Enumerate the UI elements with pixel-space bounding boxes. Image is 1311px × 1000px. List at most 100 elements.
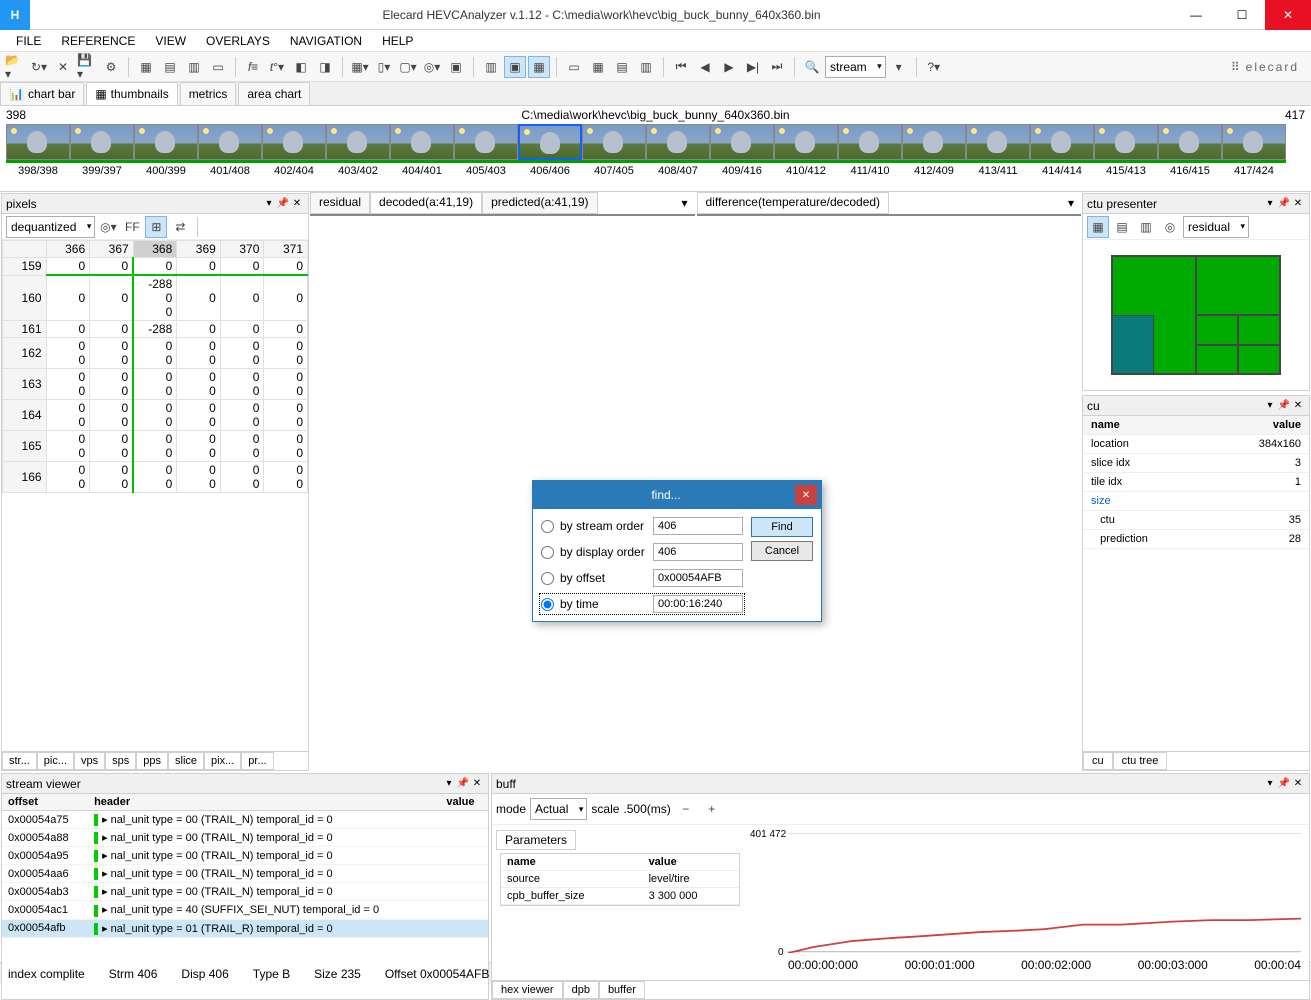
fx-icon[interactable]: f≡	[242, 56, 264, 78]
maximize-button[interactable]: ☐	[1219, 0, 1265, 30]
ctu-view[interactable]	[1083, 240, 1309, 390]
thumbnail[interactable]: 405/403	[454, 124, 518, 177]
thumbnail[interactable]: 413/411	[966, 124, 1030, 177]
menu-navigation[interactable]: NAVIGATION	[282, 32, 370, 50]
cancel-button[interactable]: Cancel	[751, 541, 813, 561]
thumbnail[interactable]: 414/414	[1030, 124, 1094, 177]
thumbnail[interactable]: 406/406	[518, 124, 582, 177]
open-icon[interactable]: 📂▾	[4, 56, 26, 78]
nav-first-icon[interactable]: ⏮	[670, 56, 692, 78]
cu-table[interactable]: namevaluelocation384x160slice idx3tile i…	[1083, 416, 1309, 751]
stream-row[interactable]: 0x00054a75▸ nal_unit type = 00 (TRAIL_N)…	[2, 811, 488, 829]
tab-thumbnails[interactable]: ▦ thumbnails	[86, 82, 177, 105]
tab-pps[interactable]: pps	[136, 752, 168, 770]
tab-sps[interactable]: sps	[105, 752, 136, 770]
ctu-view3-icon[interactable]: ▥	[1135, 216, 1157, 238]
layout5-icon[interactable]: ▦	[587, 56, 609, 78]
tab-cu[interactable]: cu	[1083, 752, 1113, 770]
time-input[interactable]	[653, 595, 743, 613]
dropdown-icon[interactable]: ▾	[442, 777, 456, 791]
circle-icon[interactable]: ◎▾	[97, 216, 119, 238]
tab-vps[interactable]: vps	[74, 752, 105, 770]
find-button[interactable]: Find	[751, 517, 813, 537]
thumbnail[interactable]: 408/407	[646, 124, 710, 177]
close-icon[interactable]: ✕	[1291, 197, 1305, 211]
thumbnail[interactable]: 398/398	[6, 124, 70, 177]
circle-icon[interactable]: ◎▾	[421, 56, 443, 78]
tab-residual[interactable]: residual	[310, 192, 370, 214]
radio-display-order[interactable]	[541, 546, 554, 559]
stream-row[interactable]: 0x00054aa6▸ nal_unit type = 00 (TRAIL_N)…	[2, 865, 488, 883]
tab-pic...[interactable]: pic...	[37, 752, 74, 770]
search-icon[interactable]: 🔍	[801, 56, 823, 78]
delete-icon[interactable]: ✕	[52, 56, 74, 78]
display-order-input[interactable]	[653, 543, 743, 561]
difference-view[interactable]	[697, 214, 1082, 216]
view4-icon[interactable]: ▭	[207, 56, 229, 78]
menu-overlays[interactable]: OVERLAYS	[198, 32, 278, 50]
menu-file[interactable]: FILE	[8, 32, 49, 50]
close-icon[interactable]: ✕	[290, 197, 304, 211]
dropdown-icon[interactable]: ▾	[262, 197, 276, 211]
dropdown-icon[interactable]: ▾	[1263, 777, 1277, 791]
nav-next-icon[interactable]: ▶|	[742, 56, 764, 78]
thumbnail[interactable]: 399/397	[70, 124, 134, 177]
color2-icon[interactable]: ◨	[314, 56, 336, 78]
thumbnail[interactable]: 407/405	[582, 124, 646, 177]
swap-icon[interactable]: ⇄	[169, 216, 191, 238]
pin-icon[interactable]: 📌	[1277, 777, 1291, 791]
thumbnail[interactable]: 417/424	[1222, 124, 1286, 177]
tab-metrics[interactable]: metrics	[180, 82, 237, 105]
unknown-icon[interactable]: ▾	[888, 56, 910, 78]
thumbnail[interactable]: 415/413	[1094, 124, 1158, 177]
temp-icon[interactable]: t°▾	[266, 56, 288, 78]
tab-pr...[interactable]: pr...	[241, 752, 273, 770]
parameters-tab[interactable]: Parameters	[496, 830, 576, 850]
menu-help[interactable]: HELP	[374, 32, 421, 50]
tab-dpb[interactable]: dpb	[563, 981, 599, 999]
color1-icon[interactable]: ◧	[290, 56, 312, 78]
radio-stream-order[interactable]	[541, 520, 554, 533]
tab-pix...[interactable]: pix...	[204, 752, 241, 770]
radio-offset[interactable]	[541, 572, 554, 585]
tool-icon[interactable]: ▣	[445, 56, 467, 78]
dropdown-icon[interactable]: ▾	[1263, 399, 1277, 413]
tab-str...[interactable]: str...	[2, 752, 37, 770]
find-close-button[interactable]: ✕	[795, 485, 817, 505]
grid1-icon[interactable]: ▦▾	[349, 56, 371, 78]
circle-icon[interactable]: ◎	[1159, 216, 1181, 238]
thumbnail[interactable]: 404/401	[390, 124, 454, 177]
buffer-chart[interactable]: 401 472 0 00:00:00:00000:00:01:00000:00:…	[748, 825, 1309, 980]
gear-icon[interactable]: ⚙	[100, 56, 122, 78]
tab-decoded[interactable]: decoded(a:41,19)	[370, 192, 482, 214]
nav-last-icon[interactable]: ⏭	[766, 56, 788, 78]
pin-icon[interactable]: ▾	[675, 192, 695, 214]
nav-play-icon[interactable]: ▶	[718, 56, 740, 78]
menu-view[interactable]: VIEW	[147, 32, 194, 50]
pin-icon[interactable]: 📌	[276, 197, 290, 211]
dequantized-dropdown[interactable]: dequantized	[6, 216, 95, 238]
layout7-icon[interactable]: ▥	[635, 56, 657, 78]
thumbnail[interactable]: 410/412	[774, 124, 838, 177]
tab-slice[interactable]: slice	[168, 752, 204, 770]
stream-row[interactable]: 0x00054ab3▸ nal_unit type = 00 (TRAIL_N)…	[2, 883, 488, 901]
thumbnail[interactable]: 409/416	[710, 124, 774, 177]
radio-time[interactable]	[541, 598, 554, 611]
pixels-grid[interactable]: 36636736836937037115900000016000-288 0 0…	[2, 240, 308, 751]
thumbnail[interactable]: 400/399	[134, 124, 198, 177]
close-icon[interactable]: ✕	[470, 777, 484, 791]
stream-dropdown[interactable]: stream	[825, 56, 886, 78]
tab-area-chart[interactable]: area chart	[238, 82, 310, 105]
save-icon[interactable]: 💾▾	[76, 56, 98, 78]
layout4-icon[interactable]: ▭	[563, 56, 585, 78]
pin-icon[interactable]: 📌	[1277, 197, 1291, 211]
stream-row[interactable]: 0x00054a95▸ nal_unit type = 00 (TRAIL_N)…	[2, 847, 488, 865]
stream-row[interactable]: 0x00054afb▸ nal_unit type = 01 (TRAIL_R)…	[2, 919, 488, 937]
tab-predicted[interactable]: predicted(a:41,19)	[482, 192, 597, 214]
thumbnail[interactable]: 403/402	[326, 124, 390, 177]
layout1-icon[interactable]: ▥	[480, 56, 502, 78]
ctu-view1-icon[interactable]: ▦	[1087, 216, 1109, 238]
tab-difference[interactable]: difference(temperature/decoded)	[697, 192, 890, 214]
tab-hex viewer[interactable]: hex viewer	[492, 981, 563, 999]
thumbnail[interactable]: 401/408	[198, 124, 262, 177]
